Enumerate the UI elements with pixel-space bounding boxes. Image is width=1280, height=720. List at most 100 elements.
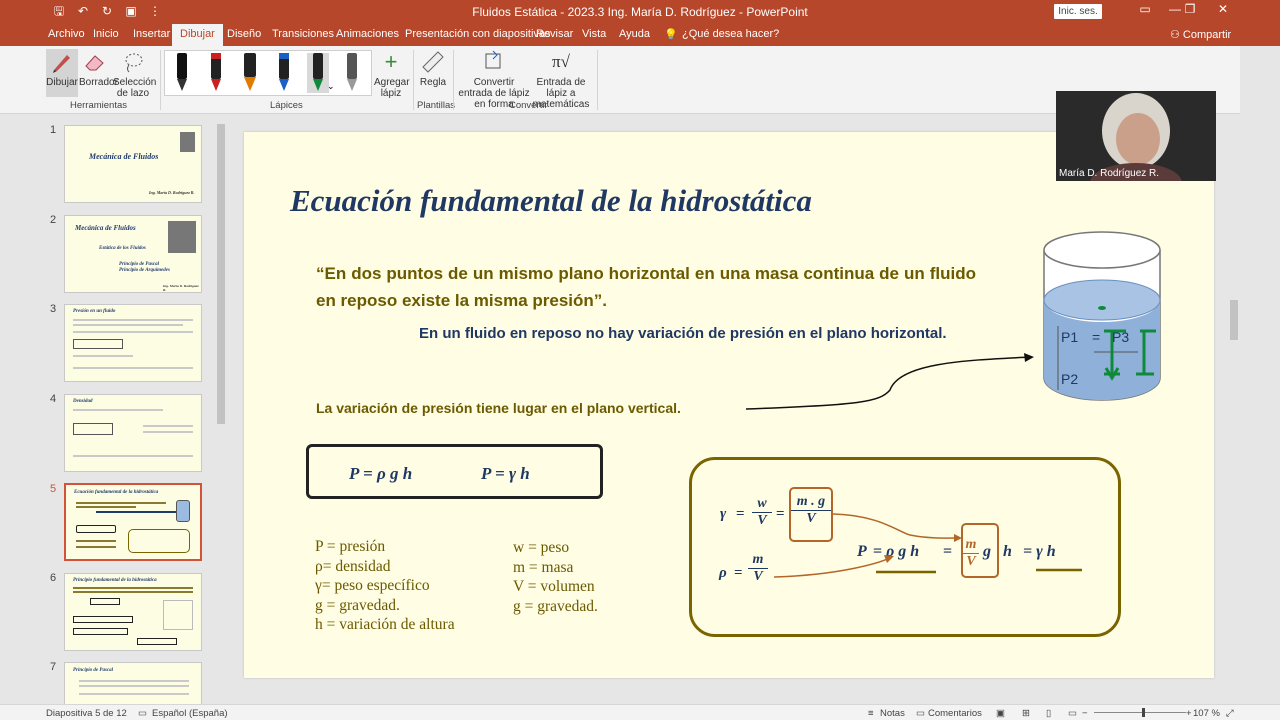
thumbnail-number: 1 [50,124,57,136]
tell-me-search[interactable]: ¿Qué desea hacer? [682,28,779,40]
equation-rho-g-h: P = ρ g h [349,464,413,483]
status-bar: Diapositiva 5 de 12 ▭ Español (España) ≡… [0,704,1280,720]
equation-gamma-h: P = γ h [481,464,530,483]
tab-diseno[interactable]: Diseño [227,28,261,40]
thumbnail-text-line [96,511,176,513]
highlighter-orange-icon[interactable] [239,53,261,93]
label-p2: P2 [1061,371,1079,387]
add-pen-button[interactable]: + Agregar lápiz [374,49,410,99]
tab-vista[interactable]: Vista [582,28,606,40]
label-p3: P3 [1112,329,1130,345]
draw-button[interactable]: Dibujar [46,49,78,97]
tab-transiciones[interactable]: Transiciones [272,28,334,40]
slide-sorter-icon[interactable]: ⊞ [1022,708,1030,719]
equals-symbol: = [734,565,743,581]
ink-to-shape-icon [485,50,501,69]
chevron-down-icon[interactable]: ⌄ [327,81,335,92]
eraser-button[interactable]: Borrador [79,49,118,88]
thumbnail-text-line [73,367,193,369]
pen-red-icon[interactable] [205,53,227,93]
slide-thumbnail-5[interactable]: Ecuación fundamental de la hidrostática [64,483,202,561]
tab-insertar[interactable]: Insertar [133,28,170,40]
slide-thumbnail-2[interactable]: Mecánica de Fluidos Estática de los Flui… [64,215,202,293]
legend-item: P = presión [315,538,386,555]
group-herramientas: Herramientas [70,100,128,111]
comments-button[interactable]: Comentarios [928,708,982,719]
add-pen-label: Agregar lápiz [374,77,410,99]
thumbnail-scrollbar[interactable] [216,118,226,704]
zoom-slider-thumb[interactable] [1142,708,1145,717]
spellcheck-icon[interactable]: ▭ [138,708,147,719]
lasso-select-button[interactable]: Selección de lazo [113,49,157,99]
slide-thumbnail-4[interactable]: Densidad [64,394,202,472]
tab-animaciones[interactable]: Animaciones [336,28,399,40]
slide-horizontal-statement[interactable]: En un fluido en reposo no hay variación … [419,325,947,342]
normal-view-icon[interactable]: ▣ [996,708,1005,719]
slide-thumbnail-6[interactable]: Principio fundamental de la hidrostática [64,573,202,651]
legend-item: w = peso [513,539,570,556]
thumbnail-text-line [79,693,189,695]
legend-item: m = masa [513,558,574,576]
thumbnail-title: Presión en un fluido [73,309,116,314]
fit-to-window-icon[interactable]: ⤢ [1226,708,1234,719]
label-p1: P1 [1061,329,1079,345]
pen-blue-icon[interactable] [273,53,295,93]
close-button[interactable]: ✕ [1208,2,1238,16]
zoom-in-icon[interactable]: + [1186,708,1192,719]
pen-green-icon[interactable] [307,53,329,93]
ruler-button[interactable]: Regla [418,49,448,88]
scroll-thumb[interactable] [1230,300,1238,340]
tab-dibujar[interactable]: Dibujar [172,24,223,46]
thumbnail-formula-box [73,339,123,349]
slide-indicator: Diapositiva 5 de 12 [46,708,127,719]
zoom-slider[interactable] [1094,712,1186,713]
thumbnail-title: Densidad [73,399,93,404]
ribbon: Dibujar Borrador Selección de lazo Herra… [0,46,1240,114]
zoom-level[interactable]: 107 % [1193,708,1220,719]
thumbnail-text-line [73,355,133,357]
pen-black-icon[interactable] [171,53,193,93]
pencil-gray-icon[interactable] [341,53,363,93]
thumbnail-title: Mecánica de Fluidos [89,152,159,161]
restore-button[interactable]: ❐ [1175,2,1205,16]
slideshow-icon[interactable]: ▭ [1068,708,1077,719]
thumbnail-text-line [76,540,116,542]
slide-title[interactable]: Ecuación fundamental de la hidrostática [290,183,812,219]
thumbnail-photo [168,221,196,253]
lasso-label: Selección de lazo [113,77,157,99]
tab-presentacion[interactable]: Presentación con diapositivas [405,28,551,40]
thumbnail-text-line [73,319,193,321]
scroll-thumb[interactable] [217,124,225,424]
zoom-out-icon[interactable]: − [1082,708,1088,719]
thumbnail-text-line [73,324,183,326]
ribbon-display-icon[interactable]: ▭ [1130,2,1160,16]
notes-button[interactable]: Notas [880,708,905,719]
tab-inicio[interactable]: Inicio [93,28,119,40]
language-indicator[interactable]: Español (España) [152,708,228,719]
thumbnail-text-line [73,587,193,589]
slide-vertical-statement[interactable]: La variación de presión tiene lugar en e… [316,400,681,416]
reading-view-icon[interactable]: ▯ [1046,708,1051,719]
slide-scrollbar[interactable] [1228,118,1240,704]
thumbnail-photo [180,132,195,152]
presenter-name: María D. Rodríguez R. [1059,168,1160,179]
thumbnail-number: 4 [50,393,57,405]
slide-thumbnail-3[interactable]: Presión en un fluido [64,304,202,382]
sign-in-button[interactable]: Inic. ses. [1054,4,1102,19]
fluid-container-illustration[interactable] [1040,228,1164,408]
webcam-overlay[interactable]: María D. Rodríguez R. [1056,91,1216,181]
share-button[interactable]: ⚇ Compartir [1170,28,1231,41]
thumbnail-title: Principio de Pascal [73,668,113,673]
tab-ayuda[interactable]: Ayuda [619,28,650,40]
tab-revisar[interactable]: Revisar [536,28,573,40]
slide-quote[interactable]: “En dos puntos de un mismo plano horizon… [316,260,976,314]
main-equation-box[interactable]: P = ρ g h P = γ h [306,444,603,499]
curved-arrow[interactable] [740,350,1040,420]
variable-legend-left: P = presión ρ= densidad γ= peso específi… [315,537,455,635]
tab-archivo[interactable]: Archivo [48,28,85,40]
slide-thumbnail-1[interactable]: Mecánica de Fluidos Ing. María D. Rodríg… [64,125,202,203]
slide-thumbnail-7[interactable]: Principio de Pascal [64,662,202,704]
thumbnail-title: Mecánica de Fluidos [75,224,136,232]
thumbnail-formula-box [73,628,128,635]
thumbnail-container [176,500,190,522]
